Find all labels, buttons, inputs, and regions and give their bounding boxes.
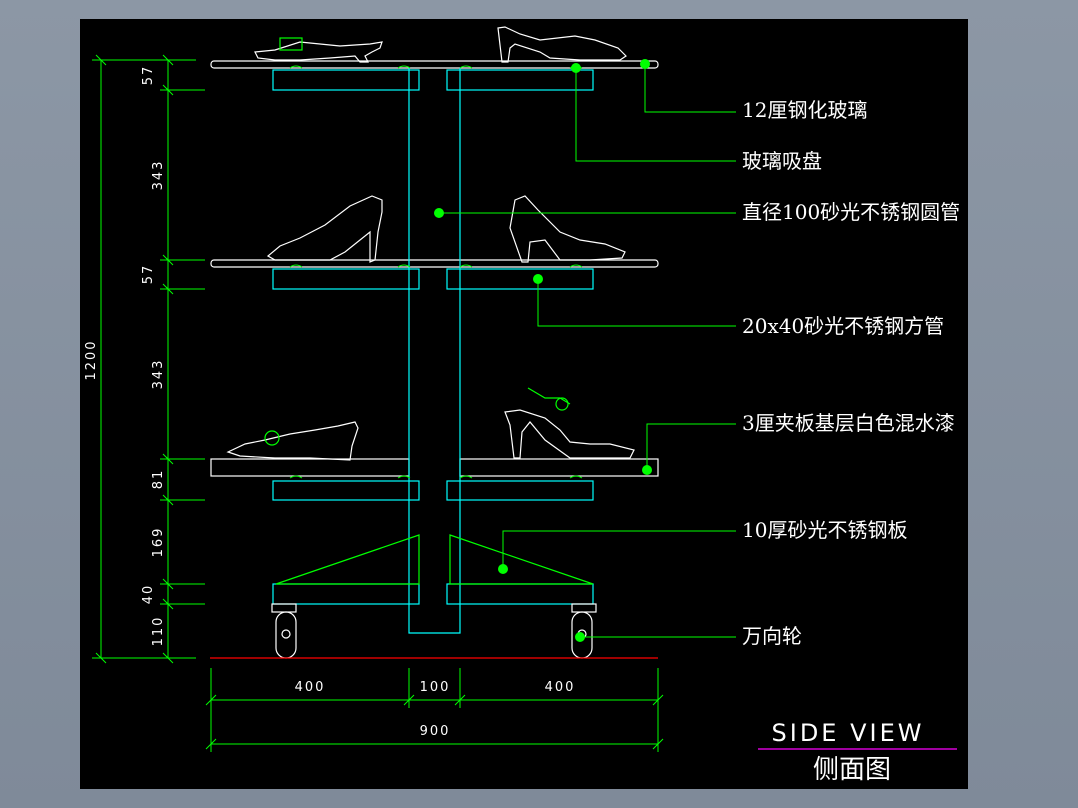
shoe-drawings <box>226 26 635 461</box>
dim-h-left: 400 <box>295 680 326 695</box>
caster-right <box>571 603 597 659</box>
base-arm-right <box>446 583 594 605</box>
steel-structure <box>272 68 594 634</box>
vertical-dimensions <box>92 54 205 664</box>
shoe-bottom-right <box>504 409 635 459</box>
shoe-bottom-left <box>226 421 359 461</box>
plywood-shelf-left <box>210 458 410 477</box>
dim-v-3: 57 <box>141 264 156 285</box>
note-steel-plate: 10厚砂光不锈钢板 <box>742 518 907 542</box>
dim-h-right: 400 <box>545 680 576 695</box>
dim-v-6: 169 <box>151 527 166 558</box>
annotations: 12厘钢化玻璃 玻璃吸盘 直径100砂光不锈钢圆管 20x40砂光不锈钢方管 3… <box>742 98 960 648</box>
leader-dots <box>434 59 652 642</box>
shoe-top-right <box>497 26 627 63</box>
dim-h-center: 100 <box>420 680 451 695</box>
central-round-tube <box>408 68 461 634</box>
glass-shelves <box>210 60 659 268</box>
square-tube-arm-3-right <box>446 480 594 501</box>
glass-shelf-middle <box>210 259 659 268</box>
caster-left <box>271 603 297 659</box>
cad-viewport: 1200 57 343 57 343 81 169 40 110 400 100… <box>0 0 1078 808</box>
drawing-title-cn: 侧面图 <box>813 755 891 785</box>
square-tube-arm-1-right <box>446 69 594 91</box>
square-tube-arm-2-right <box>446 268 594 290</box>
dim-v-1: 57 <box>141 65 156 86</box>
square-tube-arm-1-left <box>272 69 420 91</box>
note-caster: 万向轮 <box>742 624 802 648</box>
note-tempered-glass: 12厘钢化玻璃 <box>742 98 867 122</box>
title-block: SIDE VIEW 侧面图 <box>758 719 957 785</box>
drawing-canvas: 1200 57 343 57 343 81 169 40 110 400 100… <box>80 19 968 789</box>
glass-shelf-top <box>210 60 659 69</box>
steel-plate-left <box>275 534 420 585</box>
plywood-shelf <box>210 458 659 477</box>
steel-plates <box>275 534 594 585</box>
base-arm-left <box>272 583 420 605</box>
shoe-top-left-strap <box>279 37 303 51</box>
shoe-bottom-right-ankle-strap <box>527 387 571 405</box>
horizontal-dimension-texts: 400 100 400 900 <box>295 680 576 739</box>
dim-h-total: 900 <box>420 724 451 739</box>
dim-v-5: 81 <box>151 469 166 490</box>
dim-total-height: 1200 <box>84 339 99 380</box>
plywood-shelf-right <box>459 458 659 477</box>
shoe-middle-left <box>266 195 383 263</box>
dim-v-2: 343 <box>151 160 166 191</box>
shoe-middle-right <box>509 195 626 263</box>
note-round-tube: 直径100砂光不锈钢圆管 <box>742 200 960 224</box>
note-plywood: 3厘夹板基层白色混水漆 <box>742 411 955 435</box>
note-glass-suction-cup: 玻璃吸盘 <box>742 149 822 173</box>
vertical-dimension-texts: 1200 57 343 57 343 81 169 40 110 <box>84 65 166 647</box>
steel-plate-right <box>449 534 594 585</box>
drawing-title-en: SIDE VIEW <box>772 719 925 747</box>
side-view-drawing: 1200 57 343 57 343 81 169 40 110 400 100… <box>84 26 960 785</box>
dim-v-4: 343 <box>151 359 166 390</box>
dim-v-7: 40 <box>141 584 156 605</box>
shoe-top-left <box>254 41 383 63</box>
leader-lines <box>439 64 736 638</box>
dim-v-8: 110 <box>151 616 166 647</box>
casters <box>271 603 597 659</box>
note-square-tube: 20x40砂光不锈钢方管 <box>742 314 944 338</box>
square-tube-arm-3-left <box>272 480 420 501</box>
square-tube-arm-2-left <box>272 268 420 290</box>
